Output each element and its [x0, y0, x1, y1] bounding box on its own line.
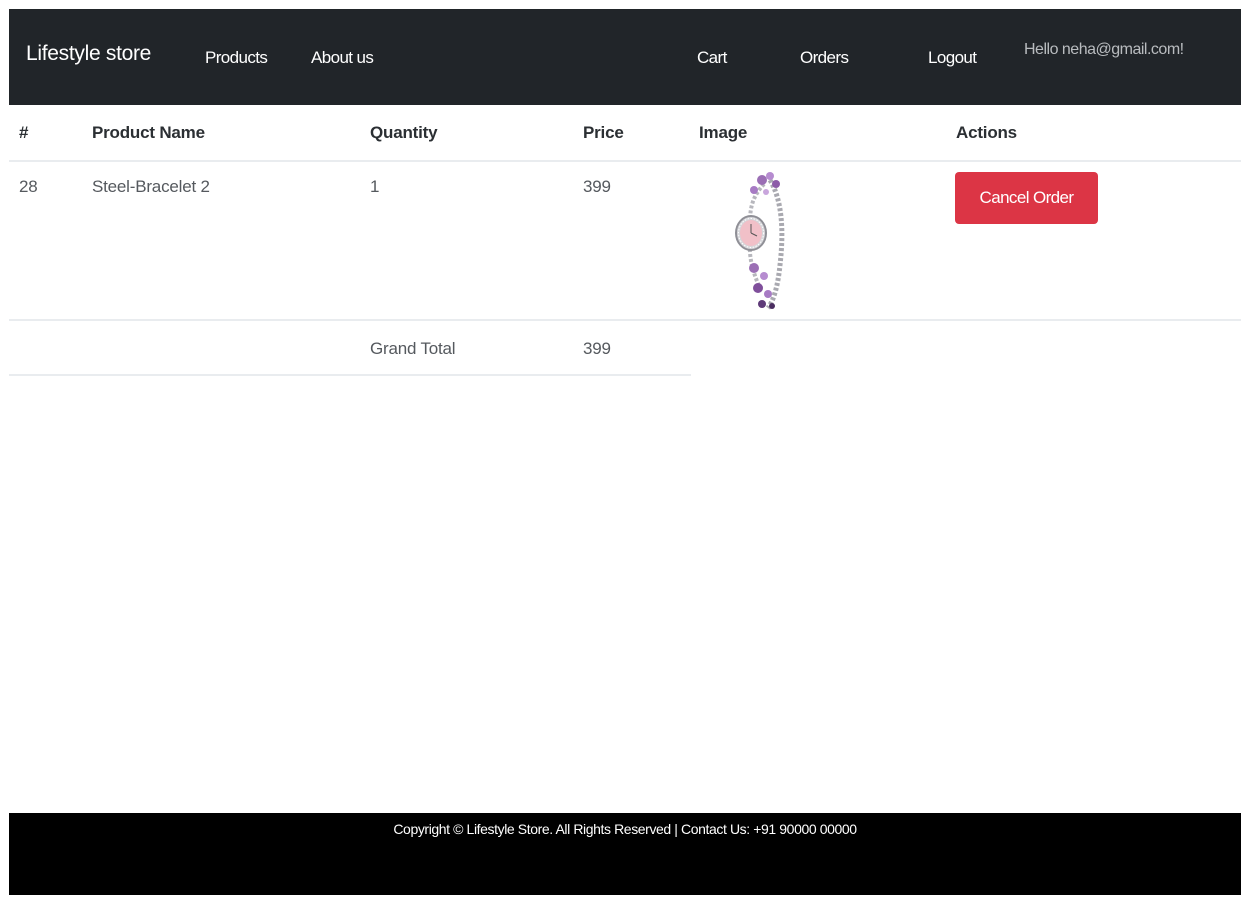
user-greeting: Hello neha@gmail.com! [1024, 41, 1184, 58]
header-image: Image [699, 123, 748, 142]
product-name: Steel-Bracelet 2 [92, 177, 210, 196]
cancel-order-button[interactable]: Cancel Order [955, 172, 1098, 224]
footer-copyright: Copyright © Lifestyle Store. All Rights … [393, 821, 857, 837]
product-quantity: 1 [370, 177, 380, 196]
page: Lifestyle store Products About us Cart O… [9, 9, 1241, 895]
header-product-name: Product Name [92, 123, 205, 142]
header-quantity: Quantity [370, 123, 438, 142]
header-price: Price [583, 123, 624, 142]
header-actions: Actions [956, 123, 1017, 142]
table-divider [9, 319, 1241, 321]
nav-link-about-us[interactable]: About us [311, 48, 374, 68]
table-divider [9, 374, 691, 376]
nav-link-cart[interactable]: Cart [697, 48, 727, 68]
footer: Copyright © Lifestyle Store. All Rights … [9, 813, 1241, 895]
grand-total-value: 399 [583, 339, 611, 358]
header-number: # [19, 123, 29, 142]
nav-link-products[interactable]: Products [205, 48, 268, 68]
grand-total-label: Grand Total [370, 339, 456, 358]
table-divider [9, 160, 1241, 162]
nav-link-logout[interactable]: Logout [928, 48, 977, 68]
brand-link[interactable]: Lifestyle store [26, 42, 151, 66]
order-number: 28 [19, 177, 38, 196]
product-price: 399 [583, 177, 611, 196]
navbar: Lifestyle store Products About us Cart O… [9, 9, 1241, 105]
bracelet-watch-image [735, 172, 785, 310]
nav-link-orders[interactable]: Orders [800, 48, 849, 68]
